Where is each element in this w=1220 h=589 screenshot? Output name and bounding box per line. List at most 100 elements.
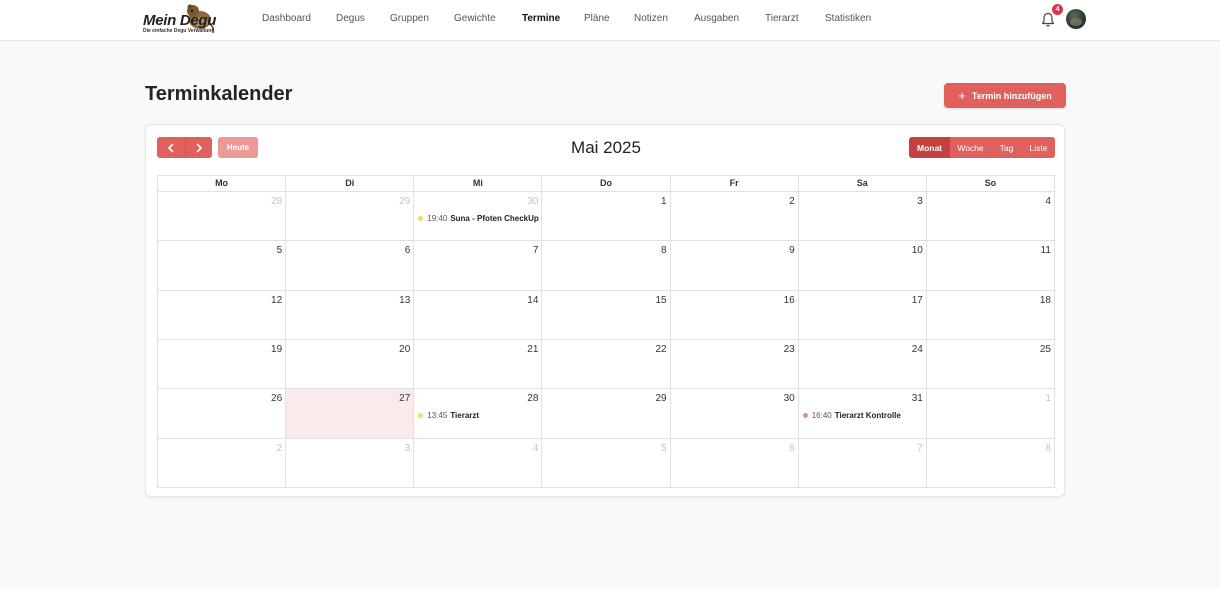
calendar-day[interactable]: 31 16:40 Tierarzt Kontrolle (798, 389, 927, 439)
nav-notizen[interactable]: Notizen (634, 13, 668, 24)
day-number: 4 (532, 442, 539, 454)
event-dot-icon (418, 413, 424, 419)
day-number: 7 (532, 245, 539, 257)
calendar-day[interactable]: 3 (798, 192, 927, 242)
calendar-day[interactable]: 8 (926, 438, 1055, 488)
day-number: 18 (1039, 294, 1051, 306)
calendar-day[interactable]: 9 (670, 241, 799, 291)
calendar-day[interactable]: 4 (926, 192, 1055, 242)
calendar-day[interactable]: 2 (158, 438, 287, 488)
calendar-day[interactable]: 7 (414, 241, 543, 291)
day-number: 4 (1045, 196, 1051, 207)
calendar-day[interactable]: 10 (798, 241, 927, 291)
prev-month-button[interactable] (157, 137, 185, 158)
calendar-day[interactable]: 17 (798, 290, 927, 340)
event-dot-icon (418, 216, 424, 221)
day-number: 12 (271, 294, 283, 306)
day-number: 21 (527, 343, 539, 355)
nav-termine[interactable]: Termine (522, 13, 560, 24)
weekday-label: Mo (158, 176, 287, 191)
day-number: 23 (783, 343, 795, 355)
calendar-day[interactable]: 18 (926, 290, 1055, 340)
calendar-day-today[interactable]: 27 (286, 389, 415, 439)
nav-gewichte[interactable]: Gewichte (454, 13, 496, 24)
page-title: Terminkalender (145, 83, 293, 105)
event-title: Tierarzt Kontrolle (834, 411, 901, 421)
view-day-button[interactable]: Tag (991, 137, 1022, 158)
calendar-event[interactable]: 16:40 Tierarzt Kontrolle (802, 411, 901, 421)
view-week-button[interactable]: Woche (950, 137, 991, 158)
day-number: 30 (783, 393, 795, 405)
calendar-day[interactable]: 11 (926, 241, 1055, 291)
calendar-day[interactable]: 2 (670, 192, 799, 242)
view-switcher: Monat Woche Tag Liste (909, 137, 1055, 158)
calendar-day[interactable]: 19 (158, 339, 287, 390)
day-number: 6 (404, 245, 411, 257)
calendar-day[interactable]: 29 (286, 192, 415, 242)
view-list-button[interactable]: Liste (1022, 137, 1055, 158)
brand-title: Mein Degu (143, 12, 217, 29)
notification-badge: 4 (1052, 4, 1063, 15)
calendar-day[interactable]: 5 (158, 241, 287, 291)
add-appointment-button[interactable]: + Termin hinzufügen (944, 83, 1066, 108)
nav-statistiken[interactable]: Statistiken (825, 13, 871, 24)
calendar-day[interactable]: 8 (542, 241, 671, 291)
calendar-day[interactable]: 30 (670, 389, 799, 439)
day-number: 25 (1039, 343, 1051, 355)
calendar-day[interactable]: 20 (286, 339, 415, 390)
bell-icon[interactable] (1041, 12, 1055, 28)
nav-dashboard[interactable]: Dashboard (262, 13, 311, 24)
calendar-week-row: 26 27 28 13:45 Tierarzt 29 30 31 16:40 Tierarzt K… (158, 389, 1055, 439)
avatar[interactable] (1066, 9, 1086, 29)
day-number: 1 (1045, 393, 1051, 405)
event-time: 13:45 (427, 411, 448, 421)
nav-tierarzt[interactable]: Tierarzt (765, 13, 799, 24)
calendar-event[interactable]: 19:40 Suna - Pfoten CheckUp (418, 214, 539, 223)
top-navbar: Mein Degu Die einfache Degu Verwaltung D… (0, 0, 1220, 41)
calendar-day[interactable]: 28 (158, 192, 287, 242)
day-number: 10 (911, 245, 923, 257)
weekday-label: Fr (671, 176, 799, 191)
calendar-day[interactable]: 4 (414, 438, 543, 488)
brand-subtitle: Die einfache Degu Verwaltung (143, 28, 215, 34)
weekday-header: Mo Di Mi Do Fr Sa So (157, 175, 1055, 192)
calendar-day[interactable]: 25 (926, 339, 1055, 390)
calendar-day[interactable]: 21 (414, 339, 543, 390)
calendar-day[interactable]: 13 (286, 290, 415, 340)
day-number: 24 (911, 343, 923, 355)
calendar-day[interactable]: 24 (798, 339, 927, 390)
calendar-event[interactable]: 13:45 Tierarzt (418, 411, 479, 420)
day-number: 31 (911, 393, 923, 405)
calendar-day[interactable]: 28 13:45 Tierarzt (414, 389, 543, 439)
calendar-grid: Mo Di Mi Do Fr Sa So 28 29 30 19:40 Suna - Pfoten … (157, 175, 1055, 488)
nav-plaene[interactable]: Pläne (584, 13, 610, 24)
nav-ausgaben[interactable]: Ausgaben (694, 13, 739, 24)
calendar-day[interactable]: 15 (542, 290, 671, 340)
day-number: 6 (789, 442, 795, 454)
next-month-button[interactable] (184, 137, 212, 158)
calendar-day[interactable]: 5 (542, 438, 671, 488)
view-month-button[interactable]: Monat (909, 137, 950, 158)
nav-gruppen[interactable]: Gruppen (390, 13, 429, 24)
calendar-day[interactable]: 26 (158, 389, 287, 439)
calendar-day[interactable]: 16 (670, 290, 799, 340)
calendar-day[interactable]: 30 19:40 Suna - Pfoten CheckUp (414, 192, 543, 242)
calendar-day[interactable]: 3 (286, 438, 415, 488)
nav-degus[interactable]: Degus (336, 13, 365, 24)
calendar-day[interactable]: 1 (542, 192, 671, 242)
calendar-day[interactable]: 22 (542, 339, 671, 390)
calendar-day[interactable]: 29 (542, 389, 671, 439)
calendar-day[interactable]: 12 (158, 290, 287, 340)
calendar-day[interactable]: 1 (926, 389, 1055, 439)
calendar-day[interactable]: 6 (670, 438, 799, 488)
day-number: 20 (399, 343, 411, 355)
today-button[interactable]: Heute (218, 137, 258, 158)
event-dot-icon (802, 413, 808, 419)
calendar-day[interactable]: 7 (798, 438, 927, 488)
calendar-day[interactable]: 14 (414, 290, 543, 340)
plus-icon: + (958, 88, 966, 103)
calendar-week-row: 19 20 21 22 23 24 25 (158, 339, 1055, 390)
calendar-day[interactable]: 23 (670, 339, 799, 390)
brand-logo[interactable]: Mein Degu Die einfache Degu Verwaltung (143, 4, 217, 36)
calendar-day[interactable]: 6 (286, 241, 415, 291)
